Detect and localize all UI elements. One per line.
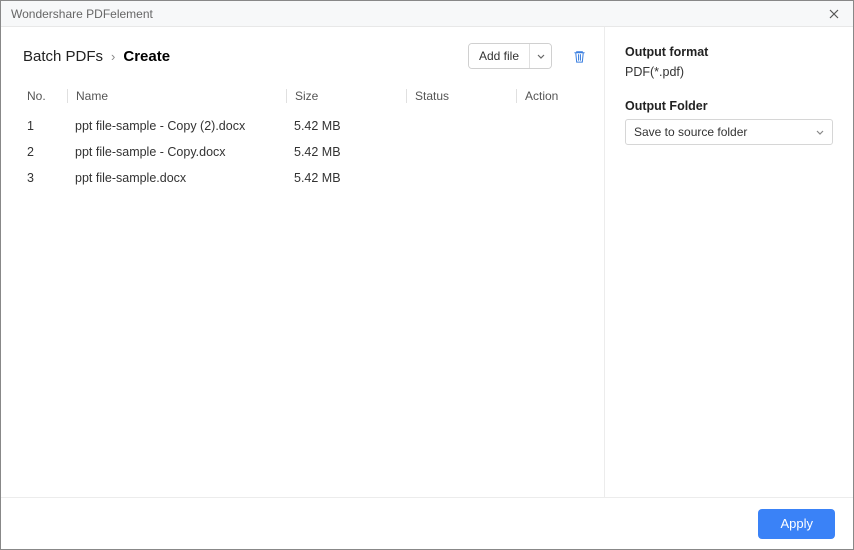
breadcrumb-current: Create (123, 48, 170, 65)
cell-status (406, 171, 516, 185)
col-header-status: Status (406, 89, 516, 103)
close-button[interactable] (825, 5, 843, 23)
col-header-action: Action (516, 89, 590, 103)
table-row[interactable]: 1 ppt file-sample - Copy (2).docx 5.42 M… (23, 113, 590, 139)
breadcrumb-root[interactable]: Batch PDFs (23, 48, 103, 65)
table-header: No. Name Size Status Action (23, 83, 590, 109)
cell-no: 2 (23, 145, 67, 159)
apply-button[interactable]: Apply (758, 509, 835, 539)
col-header-size: Size (286, 89, 406, 103)
add-file-button[interactable]: Add file (469, 44, 529, 68)
cell-action (516, 171, 590, 185)
col-header-no: No. (23, 89, 67, 103)
cell-no: 3 (23, 171, 67, 185)
table-row[interactable]: 3 ppt file-sample.docx 5.42 MB (23, 165, 590, 191)
table-body: 1 ppt file-sample - Copy (2).docx 5.42 M… (23, 113, 590, 191)
breadcrumb: Batch PDFs › Create (23, 48, 170, 65)
cell-action (516, 119, 590, 133)
footer: Apply (1, 497, 853, 549)
output-folder-select[interactable]: Save to source folder (625, 119, 833, 145)
close-icon (829, 9, 839, 19)
output-folder-label: Output Folder (625, 99, 833, 113)
trash-icon (572, 49, 587, 64)
cell-size: 5.42 MB (286, 171, 406, 185)
chevron-down-icon (537, 54, 545, 59)
cell-size: 5.42 MB (286, 145, 406, 159)
output-format-value: PDF(*.pdf) (625, 65, 833, 79)
add-file-split-button: Add file (468, 43, 552, 69)
table-row[interactable]: 2 ppt file-sample - Copy.docx 5.42 MB (23, 139, 590, 165)
col-header-name: Name (67, 89, 286, 103)
delete-button[interactable] (568, 45, 590, 67)
output-format-label: Output format (625, 45, 833, 59)
cell-action (516, 145, 590, 159)
cell-name: ppt file-sample.docx (67, 171, 286, 185)
window-title: Wondershare PDFelement (11, 7, 153, 21)
main-pane: Batch PDFs › Create Add file No. Name Si… (1, 27, 605, 497)
cell-no: 1 (23, 119, 67, 133)
cell-name: ppt file-sample - Copy (2).docx (67, 119, 286, 133)
chevron-down-icon (816, 130, 824, 135)
cell-status (406, 119, 516, 133)
cell-name: ppt file-sample - Copy.docx (67, 145, 286, 159)
side-pane: Output format PDF(*.pdf) Output Folder S… (605, 27, 853, 497)
chevron-right-icon: › (111, 49, 115, 64)
output-folder-selected: Save to source folder (634, 125, 747, 139)
cell-status (406, 145, 516, 159)
cell-size: 5.42 MB (286, 119, 406, 133)
titlebar: Wondershare PDFelement (1, 1, 853, 27)
add-file-dropdown[interactable] (529, 44, 551, 68)
